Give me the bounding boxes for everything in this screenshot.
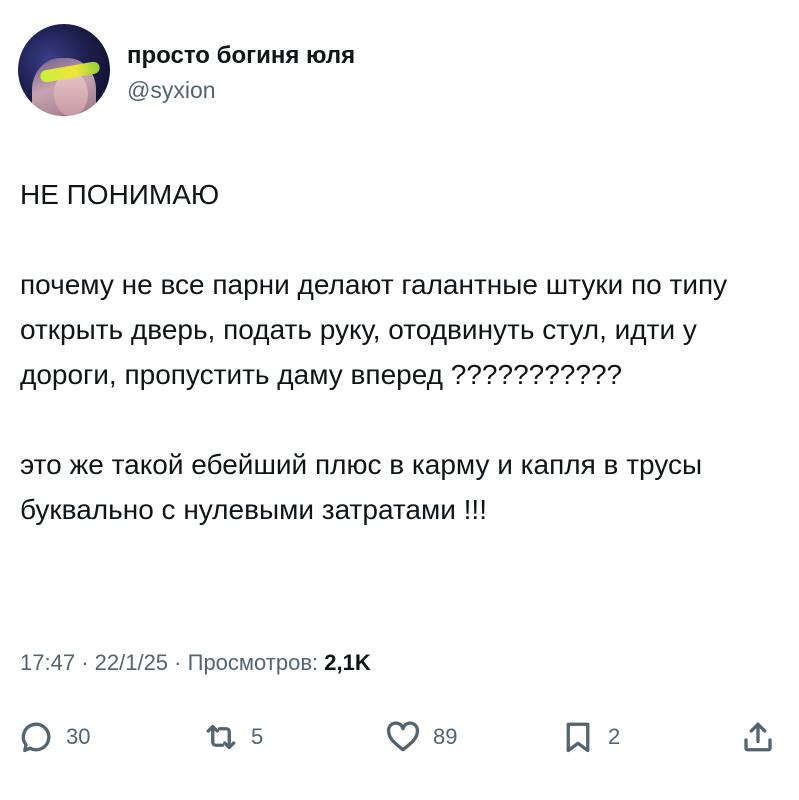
- tweet-paragraph-3: это же такой ебейший плюс в карму и капл…: [20, 449, 703, 525]
- bookmark-icon: [566, 722, 590, 753]
- bookmark-count: 2: [608, 724, 621, 749]
- author-handle[interactable]: @syxion: [127, 77, 216, 104]
- tweet-time[interactable]: 17:47: [20, 650, 75, 675]
- tweet-paragraph-2: почему не все парни делают галантные шту…: [20, 269, 728, 390]
- like-count: 89: [433, 724, 458, 749]
- meta-separator: ·: [81, 650, 89, 675]
- repost-count: 5: [251, 724, 264, 749]
- tweet: просто богиня юля @syxion НЕ ПОНИМАЮ поч…: [0, 0, 799, 800]
- tweet-meta: 17:47 · 22/1/25 · Просмотров: 2,1K: [20, 650, 371, 676]
- action-bar: 30 5 89 2: [0, 715, 799, 759]
- meta-separator: ·: [174, 650, 182, 675]
- like-icon: [386, 721, 420, 752]
- share-icon: [744, 722, 772, 752]
- avatar[interactable]: [18, 24, 110, 116]
- repost-button[interactable]: 5: [203, 715, 263, 759]
- share-button[interactable]: [740, 715, 776, 759]
- like-button[interactable]: 89: [385, 715, 457, 759]
- tweet-date[interactable]: 22/1/25: [95, 650, 168, 675]
- author-display-name[interactable]: просто богиня юля: [127, 42, 355, 70]
- bookmark-button[interactable]: 2: [560, 715, 620, 759]
- repost-icon: [206, 724, 236, 750]
- tweet-paragraph-1: НЕ ПОНИМАЮ: [20, 179, 220, 210]
- reply-button[interactable]: 30: [18, 715, 90, 759]
- reply-count: 30: [66, 724, 91, 749]
- reply-icon: [21, 722, 51, 753]
- tweet-text: НЕ ПОНИМАЮ почему не все парни делают га…: [20, 172, 785, 532]
- views-label: Просмотров:: [187, 650, 319, 675]
- views-count[interactable]: 2,1K: [324, 650, 370, 675]
